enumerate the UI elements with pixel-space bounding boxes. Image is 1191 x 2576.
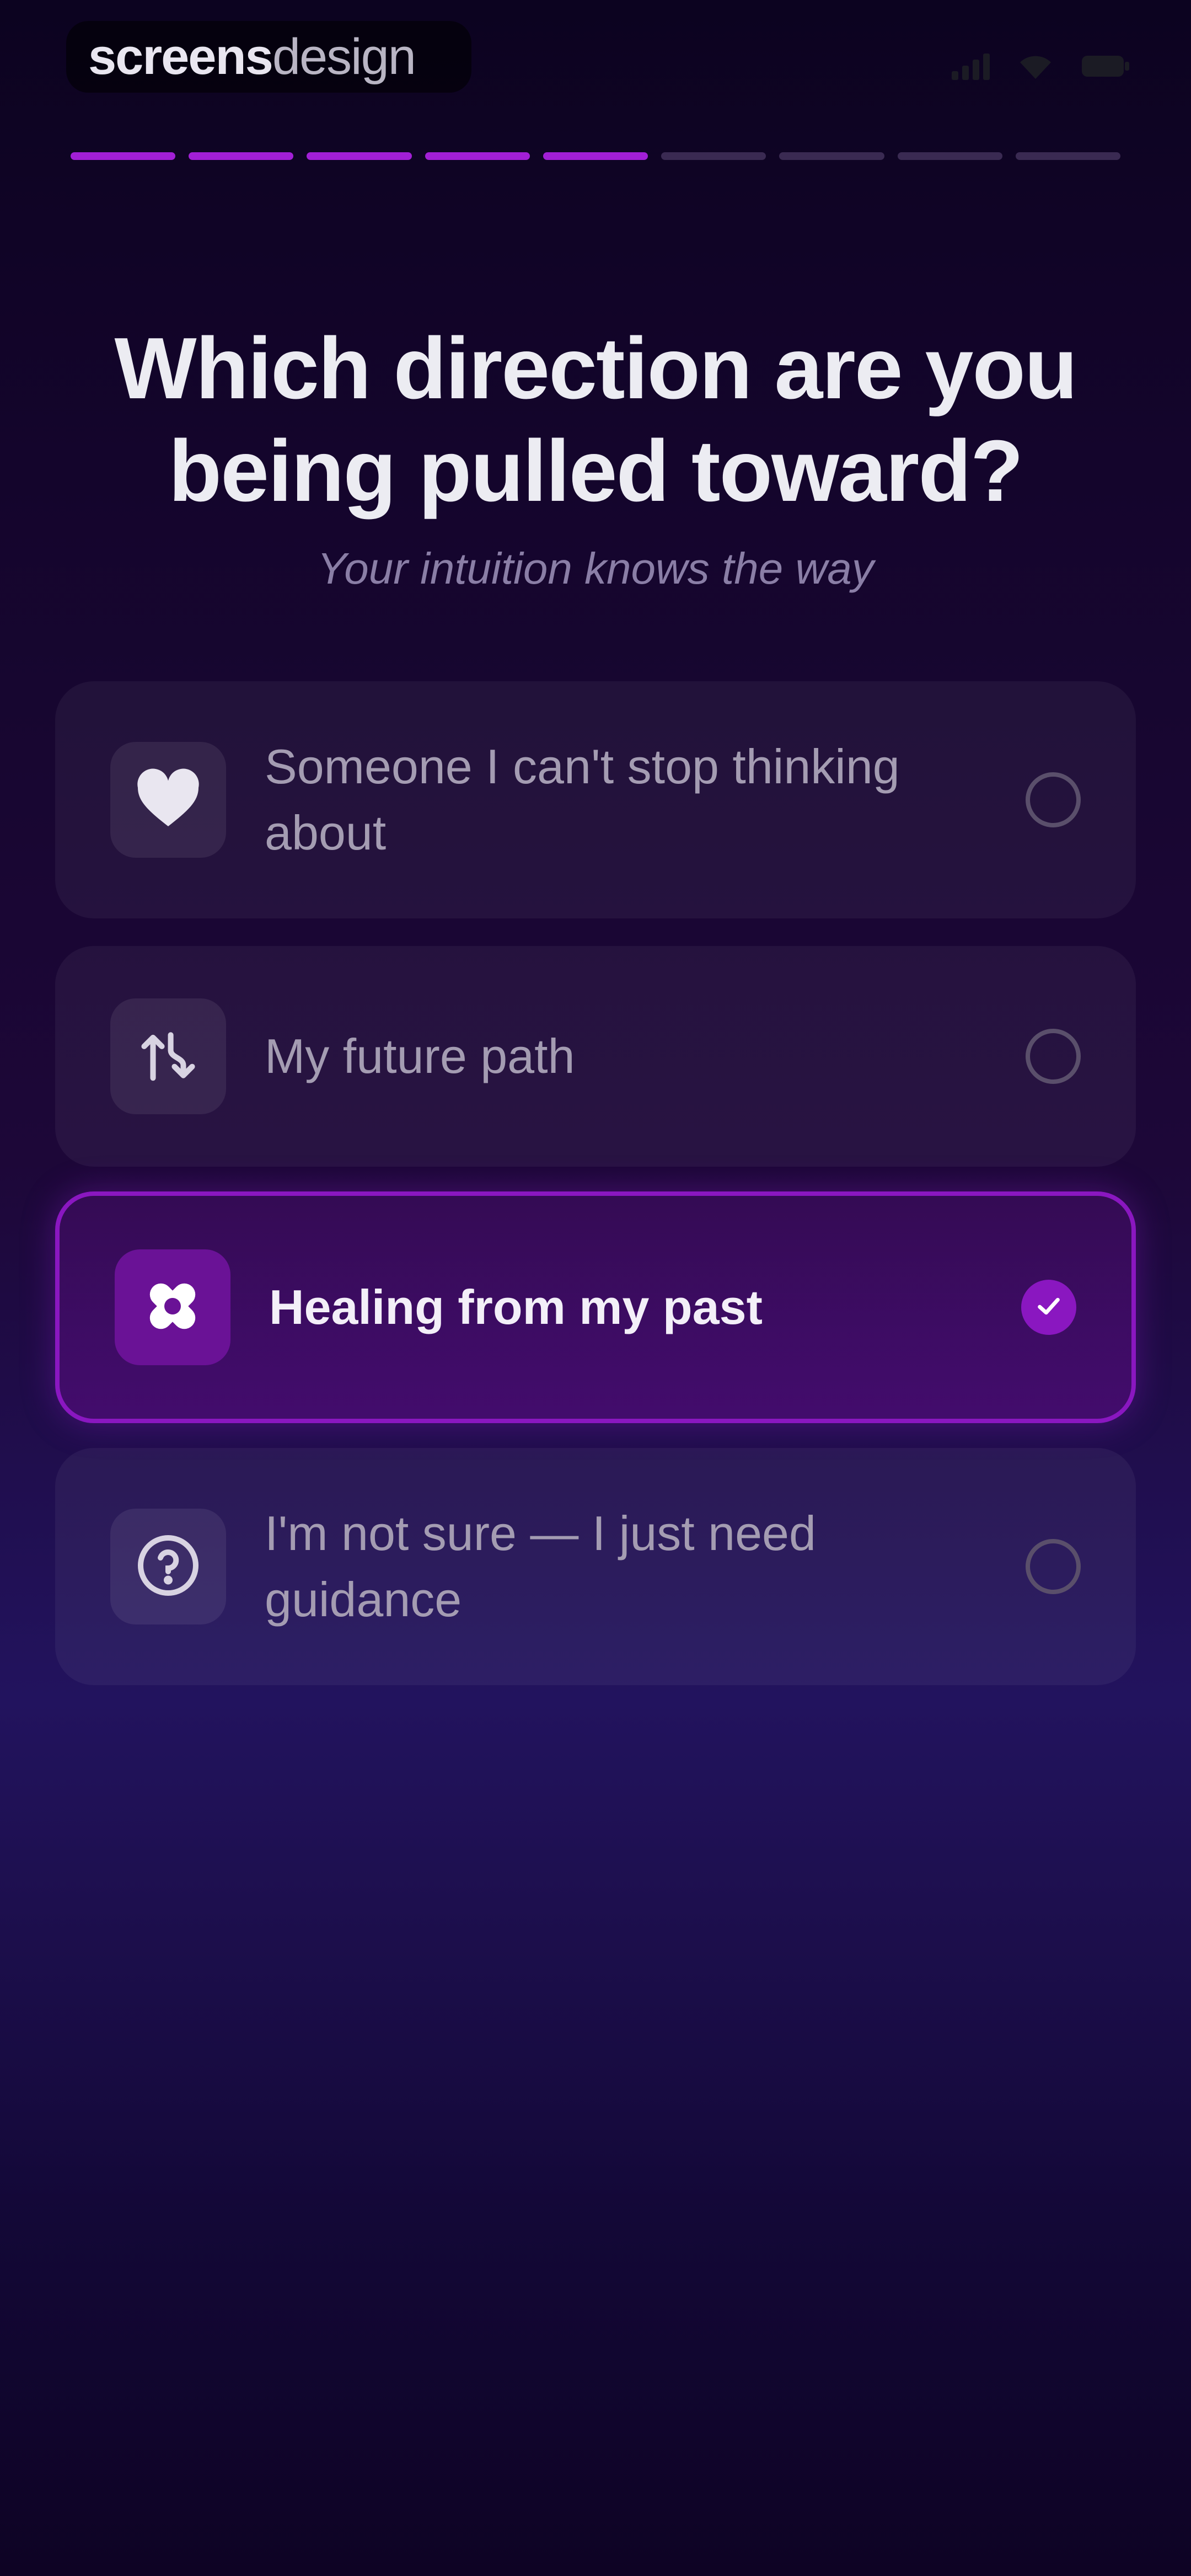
option-icon-box <box>110 1509 226 1624</box>
option-not-sure[interactable]: I'm not sure — I just need guidance <box>55 1448 1136 1685</box>
progress-segment-pending <box>1015 152 1120 160</box>
status-bar: screens design <box>0 0 1191 121</box>
progress-segment-complete <box>71 152 176 160</box>
bandage-icon <box>140 1273 206 1342</box>
option-someone[interactable]: Someone I can't stop thinking about <box>55 681 1136 918</box>
option-label-line-1: Someone I can't stop thinking <box>265 739 900 794</box>
option-healing-past[interactable]: Healing from my past <box>55 1191 1136 1423</box>
progress-segment-complete <box>425 152 530 160</box>
radio-button[interactable] <box>1026 772 1081 827</box>
status-icons <box>952 52 1130 80</box>
signal-icon <box>952 52 990 80</box>
brand-logo-text-bold: screens <box>88 28 273 85</box>
battery-icon <box>1081 52 1130 80</box>
option-icon-box <box>110 998 226 1114</box>
option-label: My future path <box>265 1029 575 1083</box>
question-circle-icon <box>135 1532 201 1601</box>
option-icon-box <box>115 1249 230 1365</box>
brand-logo: screens design <box>66 21 471 93</box>
progress-segment-complete <box>189 152 294 160</box>
progress-segment-complete <box>543 152 648 160</box>
option-future-path[interactable]: My future path <box>55 946 1136 1167</box>
option-label-line-2: about <box>265 805 387 860</box>
question-subtitle: Your intuition knows the way <box>317 544 874 593</box>
question-title-line-2: being pulled toward? <box>168 423 1024 520</box>
option-label-line-2: guidance <box>265 1572 462 1627</box>
path-arrows-icon <box>138 1025 198 1088</box>
option-label: Healing from my past <box>269 1280 763 1334</box>
checkmark-icon <box>1033 1291 1064 1324</box>
radio-button[interactable] <box>1026 1539 1081 1594</box>
progress-segment-pending <box>897 152 1002 160</box>
progress-segment-pending <box>661 152 766 160</box>
onboarding-progress-bar <box>71 152 1120 160</box>
option-label: Someone I can't stop thinking about <box>265 734 1026 866</box>
wifi-icon <box>1018 52 1053 80</box>
brand-logo-text-light: design <box>272 28 416 85</box>
progress-segment-complete <box>307 152 412 160</box>
radio-button[interactable] <box>1026 1029 1081 1084</box>
radio-button-checked[interactable] <box>1021 1280 1076 1335</box>
option-label-line-1: I'm not sure — I just need <box>265 1506 816 1560</box>
option-icon-box <box>110 742 226 858</box>
progress-segment-pending <box>779 152 884 160</box>
option-label: I'm not sure — I just need guidance <box>265 1500 1026 1633</box>
question-title-line-1: Which direction are you <box>114 320 1078 417</box>
heart-icon <box>135 768 201 832</box>
question-title: Which direction are you being pulled tow… <box>0 317 1191 522</box>
